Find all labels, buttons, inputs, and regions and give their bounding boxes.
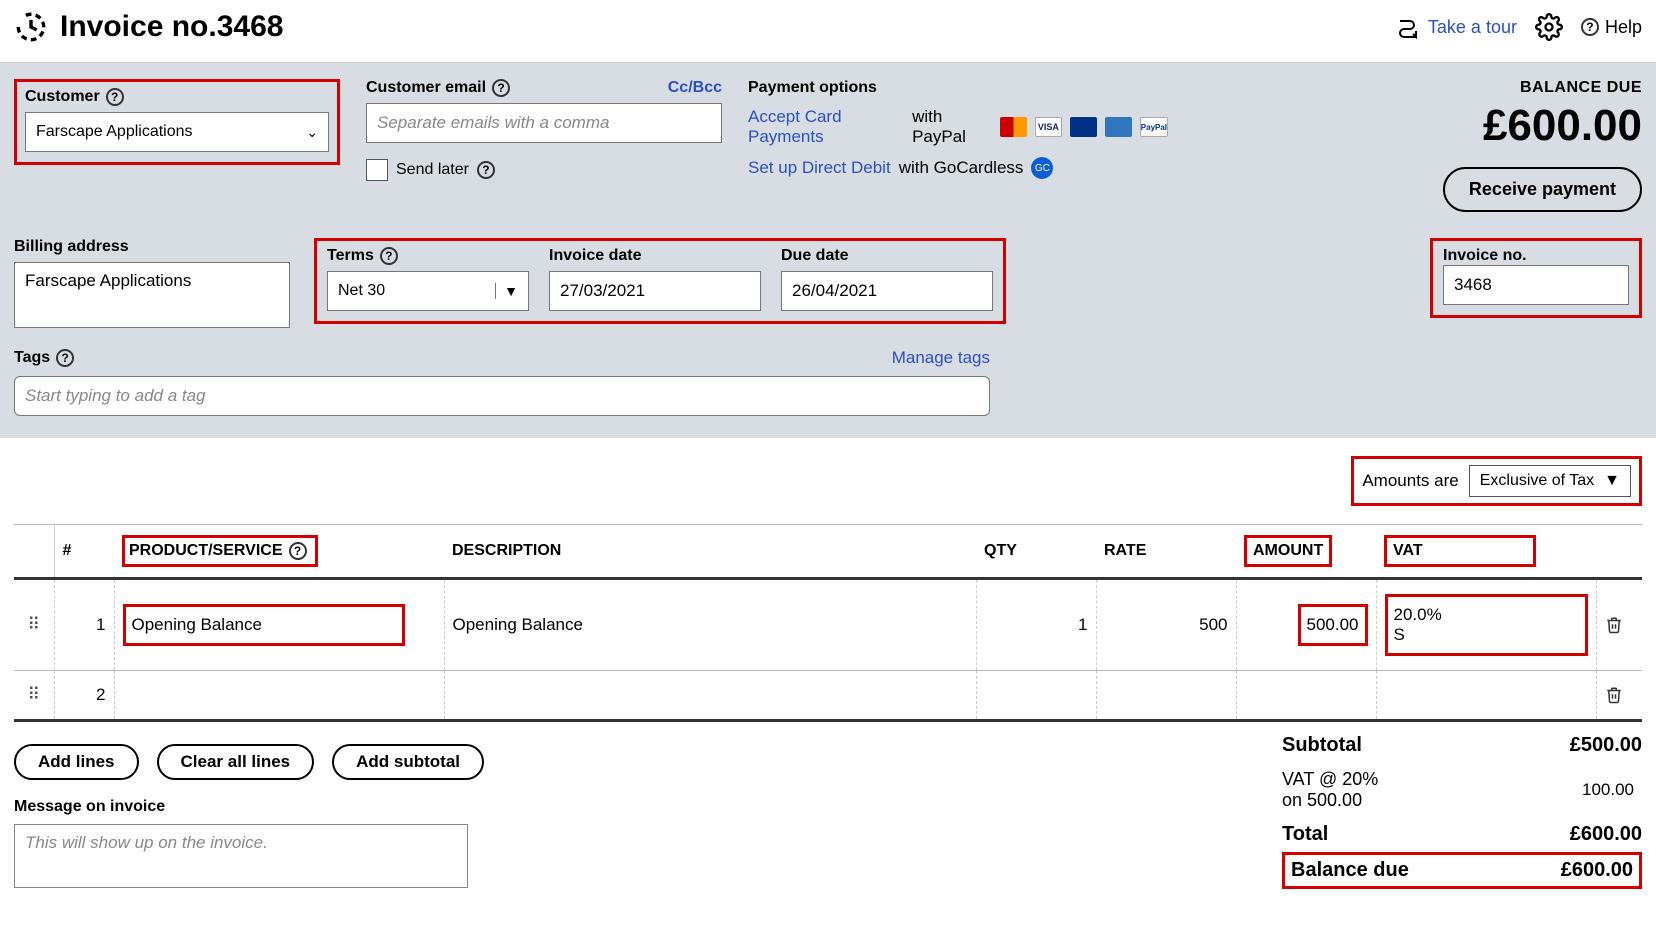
invoice-no-label: Invoice no.	[1443, 247, 1527, 265]
help-icon[interactable]: ?	[289, 542, 307, 560]
due-date-label: Due date	[781, 247, 849, 265]
customer-block: Customer ? Farscape Applications ⌄	[14, 79, 340, 165]
delete-row-button[interactable]	[1596, 671, 1642, 721]
col-rate: RATE	[1096, 525, 1236, 579]
col-number: #	[54, 525, 114, 579]
billing-address-label: Billing address	[14, 238, 129, 256]
add-lines-button[interactable]: Add lines	[14, 744, 139, 780]
chevron-down-icon: ⌄	[306, 124, 318, 141]
total-label: Total	[1282, 823, 1328, 846]
tour-icon	[1394, 15, 1422, 39]
total-value: £600.00	[1570, 823, 1642, 846]
balance-due-line-label: Balance due	[1291, 859, 1409, 882]
line-items-table: # PRODUCT/SERVICE ? DESCRIPTION QTY RATE…	[14, 524, 1642, 722]
history-icon	[14, 10, 48, 44]
customer-label: Customer	[25, 88, 100, 106]
gocardless-icon: GC	[1031, 157, 1053, 179]
direct-debit-link[interactable]: Set up Direct Debit	[748, 158, 891, 178]
balance-due-line-value: £600.00	[1561, 859, 1633, 882]
chevron-down-icon: ▼	[495, 283, 518, 299]
amounts-are-select[interactable]: Exclusive of Tax ▼	[1469, 465, 1631, 497]
message-label: Message on invoice	[14, 798, 484, 816]
terms-select[interactable]: Net 30 ▼	[327, 271, 529, 311]
balance-block: BALANCE DUE £600.00 Receive payment	[1443, 79, 1642, 212]
balance-due-label: BALANCE DUE	[1443, 79, 1642, 97]
tags-label: Tags	[14, 349, 50, 367]
help-icon: ?	[1581, 18, 1599, 36]
help-button[interactable]: ? Help	[1581, 17, 1642, 38]
balance-due-amount: £600.00	[1443, 101, 1642, 151]
invoice-no-input[interactable]	[1443, 265, 1629, 305]
payment-options: Payment options Accept Card Payments wit…	[748, 79, 1168, 189]
manage-tags-link[interactable]: Manage tags	[892, 348, 990, 368]
drag-handle-icon[interactable]: ⠿	[14, 579, 54, 671]
customer-email-input-wrap	[366, 103, 722, 143]
billing-address-block: Billing address Farscape Applications	[14, 238, 290, 328]
invoice-lines-section: Amounts are Exclusive of Tax ▼ # PRODUCT…	[0, 438, 1656, 906]
customer-select[interactable]: Farscape Applications ⌄	[25, 112, 329, 152]
receive-payment-button[interactable]: Receive payment	[1443, 167, 1642, 212]
totals-block: Subtotal £500.00 VAT @ 20% on 500.00 Tot…	[1282, 728, 1642, 889]
col-description: DESCRIPTION	[444, 525, 976, 579]
due-date-input[interactable]	[781, 271, 993, 311]
add-subtotal-button[interactable]: Add subtotal	[332, 744, 484, 780]
help-icon[interactable]: ?	[477, 161, 495, 179]
subtotal-value: £500.00	[1570, 734, 1642, 757]
paypal-icon: PayPal	[1140, 117, 1168, 137]
message-on-invoice-block: Message on invoice This will show up on …	[14, 798, 484, 888]
vat-line-label: VAT @ 20% on 500.00	[1282, 769, 1387, 811]
take-a-tour-link[interactable]: Take a tour	[1394, 15, 1517, 39]
col-qty: QTY	[976, 525, 1096, 579]
invoice-no-block: Invoice no.	[1430, 238, 1642, 318]
col-amount: AMOUNT	[1236, 525, 1376, 579]
amex-icon	[1105, 117, 1132, 137]
settings-button[interactable]	[1535, 13, 1563, 41]
vat-amount-input[interactable]	[1427, 769, 1642, 811]
ccbcc-link[interactable]: Cc/Bcc	[668, 79, 722, 97]
customer-email-block: Customer email ? Cc/Bcc Send later ?	[366, 79, 722, 181]
subtotal-label: Subtotal	[1282, 734, 1362, 757]
page-header: Invoice no.3468 Take a tour ? Help	[0, 0, 1656, 63]
terms-dates-group: Terms ? Net 30 ▼ Invoice date Due date	[314, 238, 1006, 324]
table-row[interactable]: ⠿ 1 Opening Balance Opening Balance 1 50…	[14, 579, 1642, 671]
billing-address-input[interactable]: Farscape Applications	[14, 262, 290, 328]
help-icon[interactable]: ?	[492, 79, 510, 97]
invoice-form-header: Customer ? Farscape Applications ⌄ Custo…	[0, 63, 1656, 438]
payment-options-title: Payment options	[748, 79, 1168, 97]
clear-all-lines-button[interactable]: Clear all lines	[157, 744, 315, 780]
customer-email-input[interactable]	[377, 113, 711, 133]
col-vat: VAT	[1376, 525, 1596, 579]
col-product: PRODUCT/SERVICE ?	[114, 525, 444, 579]
chevron-down-icon: ▼	[1604, 472, 1620, 490]
invoice-date-label: Invoice date	[549, 247, 641, 265]
customer-email-label: Customer email	[366, 79, 486, 97]
help-icon[interactable]: ?	[106, 88, 124, 106]
terms-label: Terms	[327, 247, 374, 265]
help-icon[interactable]: ?	[56, 349, 74, 367]
tags-block: Tags ? Manage tags	[14, 348, 1642, 416]
send-later-checkbox[interactable]	[366, 159, 388, 181]
page-title: Invoice no.3468	[60, 10, 283, 44]
drag-handle-icon[interactable]: ⠿	[14, 671, 54, 721]
help-icon[interactable]: ?	[380, 247, 398, 265]
tags-input[interactable]	[25, 386, 979, 406]
message-textarea[interactable]: This will show up on the invoice.	[14, 824, 468, 888]
amounts-are-label: Amounts are	[1362, 471, 1458, 491]
maestro-icon	[1070, 117, 1097, 137]
mastercard-icon	[1000, 117, 1027, 137]
tags-input-wrap	[14, 376, 990, 416]
accept-card-payments-link[interactable]: Accept Card Payments	[748, 107, 904, 147]
invoice-date-input[interactable]	[549, 271, 761, 311]
visa-icon: VISA	[1035, 117, 1062, 137]
table-row[interactable]: ⠿ 2	[14, 671, 1642, 721]
delete-row-button[interactable]	[1596, 579, 1642, 671]
send-later-label: Send later	[396, 161, 469, 179]
